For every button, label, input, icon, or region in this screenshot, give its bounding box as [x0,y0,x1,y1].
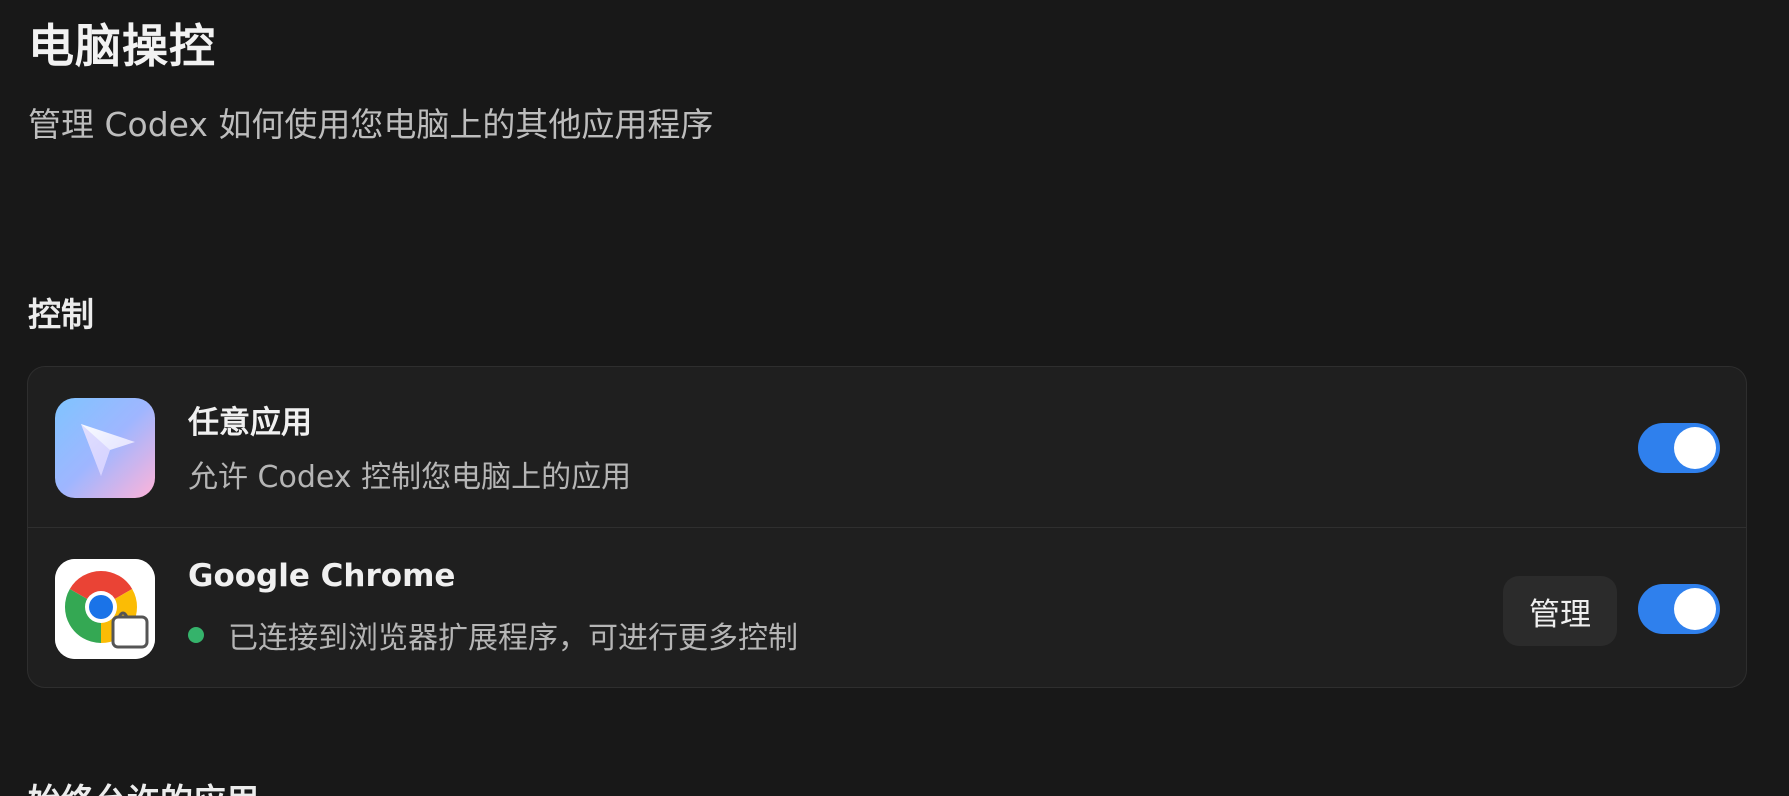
google-chrome-toggle[interactable] [1638,584,1720,634]
chrome-icon [55,559,155,659]
always-allowed-section-heading: 始终允许的应用 [28,774,259,796]
any-app-toggle[interactable] [1638,423,1720,473]
page-subtitle: 管理 Codex 如何使用您电脑上的其他应用程序 [28,105,714,144]
codex-app-icon [55,398,155,498]
toggle-knob [1674,588,1716,630]
google-chrome-description-line: 已连接到浏览器扩展程序，可进行更多控制 [188,613,798,657]
google-chrome-row: Google Chrome 已连接到浏览器扩展程序，可进行更多控制 管理 [28,528,1746,688]
page-title: 电脑操控 [28,19,216,73]
connected-status-dot [188,627,204,643]
any-app-description: 允许 Codex 控制您电脑上的应用 [188,460,632,495]
control-section-heading: 控制 [28,295,94,334]
any-app-row: 任意应用 允许 Codex 控制您电脑上的应用 [28,367,1746,527]
any-app-title: 任意应用 [188,405,312,441]
google-chrome-title: Google Chrome [188,558,456,594]
computer-control-settings-page: 电脑操控 管理 Codex 如何使用您电脑上的其他应用程序 控制 任意应用 允许… [0,0,1789,796]
control-settings-card: 任意应用 允许 Codex 控制您电脑上的应用 Google Chrome 已连… [27,366,1747,688]
google-chrome-description: 已连接到浏览器扩展程序，可进行更多控制 [228,621,798,656]
manage-chrome-button[interactable]: 管理 [1503,576,1617,646]
toggle-knob [1674,427,1716,469]
